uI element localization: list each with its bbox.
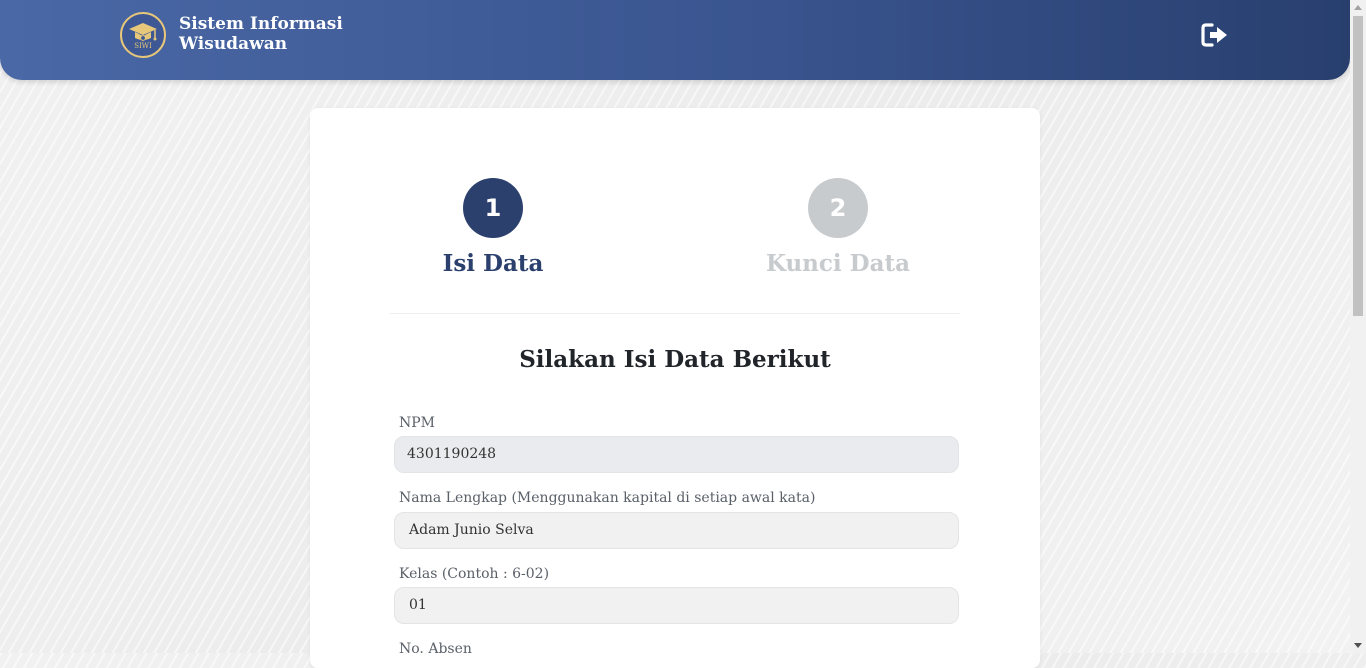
absence-number-label: No. Absen <box>399 641 472 657</box>
step-1-label: Isi Data <box>442 250 544 277</box>
step-2-label: Kunci Data <box>765 250 911 277</box>
full-name-label: Nama Lengkap (Menggunakan kapital di set… <box>399 490 816 506</box>
class-field[interactable]: 01 <box>394 587 959 624</box>
npm-field[interactable]: 4301190248 <box>394 436 959 473</box>
step-1-number: 1 <box>463 178 523 238</box>
scrollbar-thumb[interactable] <box>1353 16 1363 316</box>
page-scrollbar[interactable] <box>1350 0 1366 653</box>
step-1: 1 Isi Data <box>393 178 593 277</box>
step-2: 2 Kunci Data <box>738 178 938 277</box>
scroll-down-arrow-icon[interactable] <box>1354 643 1362 648</box>
brand-line-2: Wisudawan <box>179 34 288 54</box>
top-header: SIWI Sistem Informasi Wisudawan <box>0 0 1350 80</box>
full-name-field[interactable]: Adam Junio Selva <box>394 512 959 549</box>
sign-out-icon[interactable] <box>1201 22 1229 48</box>
class-label: Kelas (Contoh : 6-02) <box>399 566 550 582</box>
siwi-logo: SIWI <box>120 12 166 58</box>
scroll-up-arrow-icon[interactable] <box>1354 5 1362 10</box>
form-card: 1 Isi Data 2 Kunci Data Silakan Isi Data… <box>310 108 1040 668</box>
step-2-number: 2 <box>808 178 868 238</box>
logo-text: SIWI <box>134 42 152 50</box>
brand-line-1: Sistem Informasi <box>179 14 343 34</box>
stepper-divider <box>390 313 960 314</box>
brand-name: Sistem Informasi Wisudawan <box>179 14 343 54</box>
npm-label: NPM <box>399 415 436 431</box>
form-title: Silakan Isi Data Berikut <box>519 346 831 373</box>
